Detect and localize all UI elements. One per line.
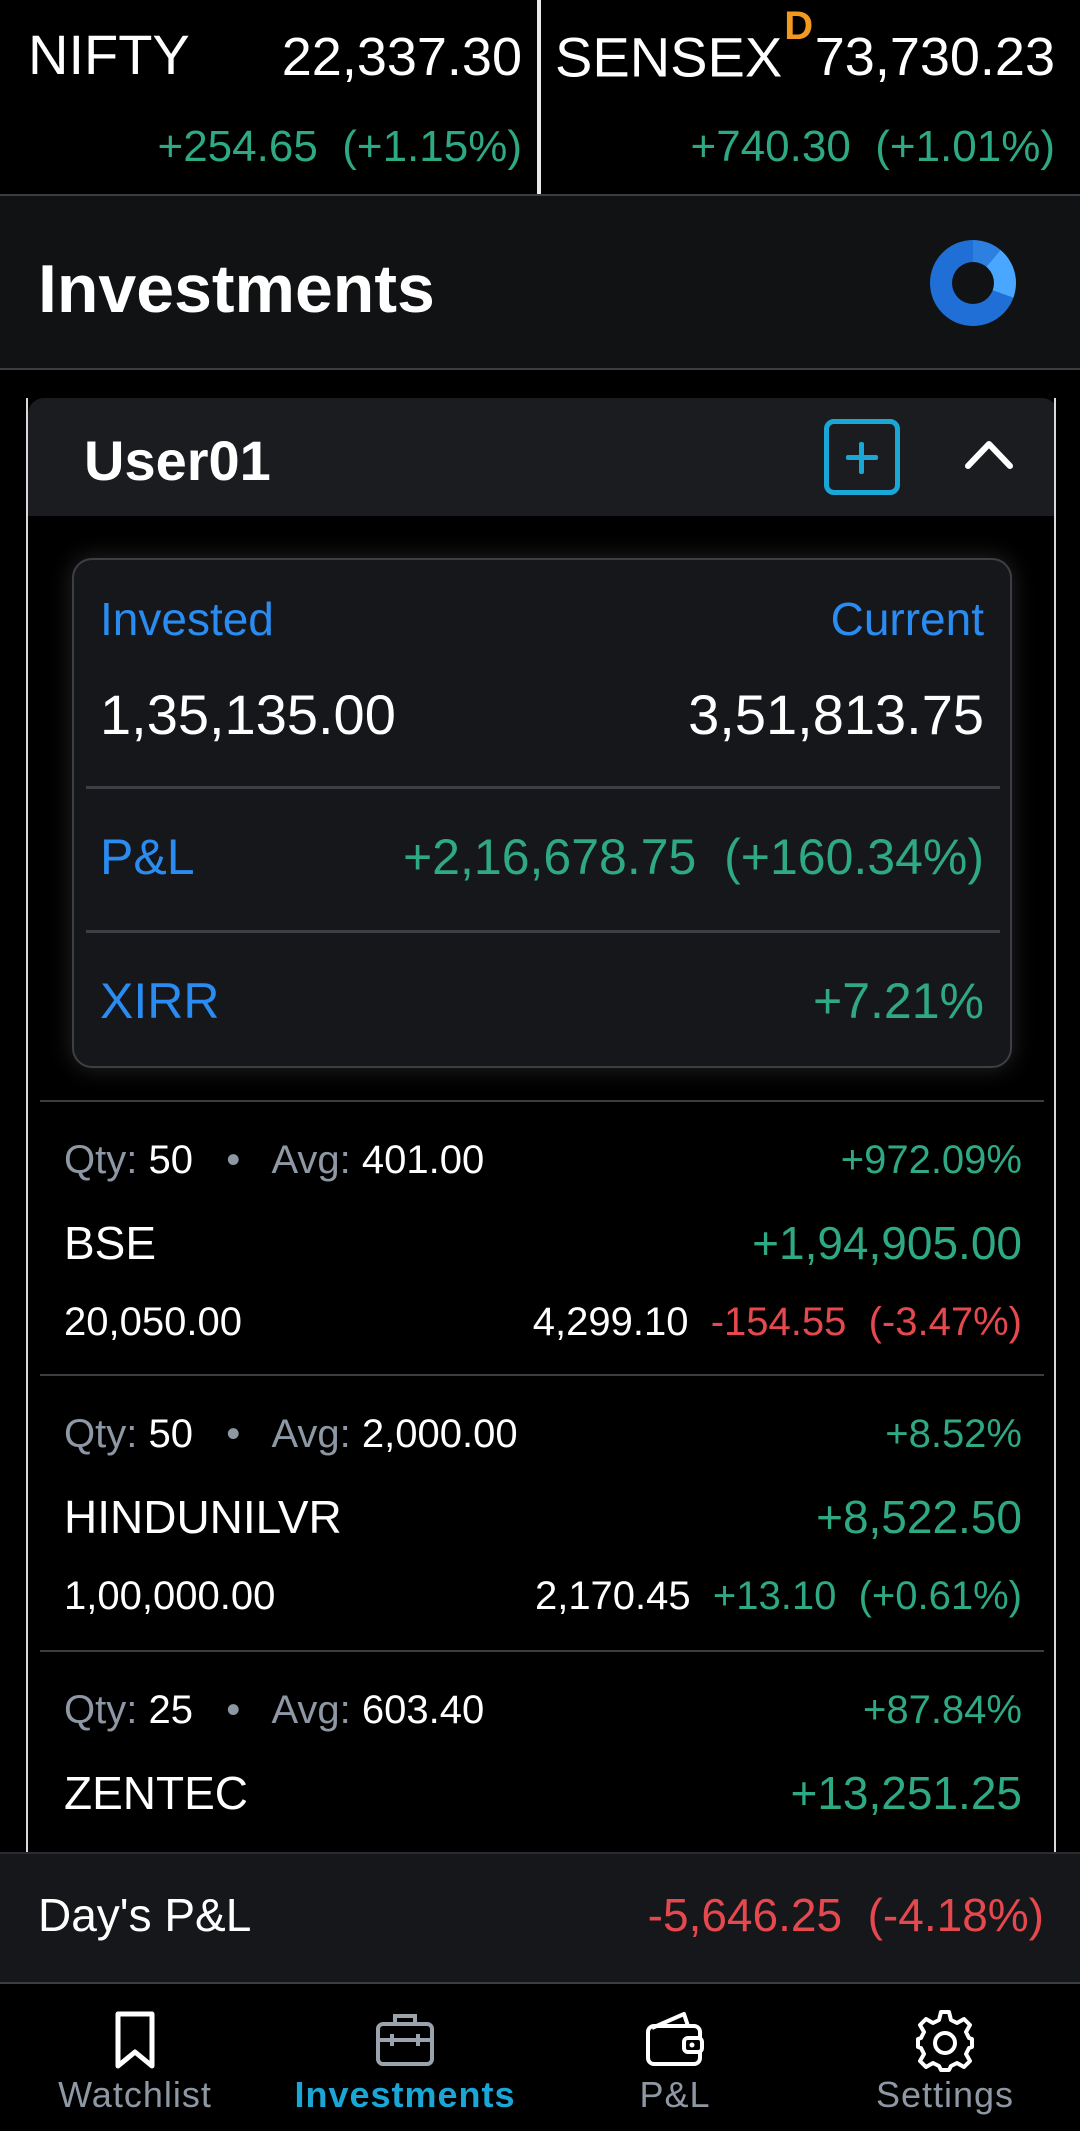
holding-pnl: +1,94,905.00	[752, 1217, 1022, 1269]
briefcase-icon	[370, 2004, 440, 2074]
gear-icon	[910, 2004, 980, 2074]
nav-label: Settings	[875, 2074, 1015, 2115]
sensex-badge: D	[784, 4, 814, 48]
holding-symbol: BSE	[64, 1217, 157, 1269]
pnl-value: +2,16,678.75 (+160.34%)	[402, 829, 984, 885]
nav-pnl[interactable]: P&L	[540, 1984, 810, 2131]
current-value: 3,51,813.75	[688, 683, 984, 746]
invested-label: Invested	[100, 593, 274, 645]
holding-return-pct: +8.52%	[885, 1412, 1022, 1456]
holding-qty-avg: Qty: 25 • Avg: 603.40	[64, 1688, 485, 1732]
user-card-header: User01	[28, 398, 1054, 516]
holding-pnl: +8,522.50	[816, 1491, 1022, 1543]
holding-qty-avg: Qty: 50 • Avg: 401.00	[64, 1138, 485, 1182]
holding-row[interactable]: Qty: 50 • Avg: 2,000.00 +8.52% HINDUNILV…	[40, 1376, 1044, 1650]
sensex-ticker[interactable]: SENSEXD 73,730.23 +740.30 (+1.01%)	[537, 0, 1080, 194]
allocation-donut-icon[interactable]	[930, 240, 1016, 326]
holding-pnl: +13,251.25	[790, 1767, 1022, 1819]
sensex-price: 73,730.23	[814, 27, 1055, 87]
nifty-price: 22,337.30	[281, 27, 522, 87]
holding-return-pct: +87.84%	[862, 1688, 1022, 1732]
holding-symbol: HINDUNILVR	[64, 1491, 342, 1543]
pnl-label: P&L	[100, 829, 195, 885]
days-pnl-label: Day's P&L	[38, 1889, 252, 1941]
holding-row[interactable]: Qty: 25 • Avg: 603.40 +87.84% ZENTEC +13…	[40, 1652, 1044, 1858]
page-title: Investments	[38, 251, 435, 327]
page-header: Investments	[0, 196, 1080, 370]
nav-investments[interactable]: Investments	[270, 1984, 540, 2131]
bookmark-icon	[100, 2004, 170, 2074]
nav-settings[interactable]: Settings	[810, 1984, 1080, 2131]
current-label: Current	[830, 593, 984, 645]
nifty-change: +254.65 (+1.15%)	[157, 122, 522, 171]
collapse-button[interactable]	[956, 422, 1022, 488]
nifty-ticker[interactable]: NIFTY 22,337.30 +254.65 (+1.15%)	[0, 0, 537, 194]
wallet-icon	[640, 2004, 710, 2074]
add-holding-button[interactable]	[824, 419, 900, 495]
divider	[86, 930, 1000, 933]
holding-invested: 1,00,000.00	[64, 1574, 276, 1618]
holding-row[interactable]: Qty: 50 • Avg: 401.00 +972.09% BSE +1,94…	[40, 1102, 1044, 1376]
portfolio-summary: Invested Current 1,35,135.00 3,51,813.75…	[72, 558, 1012, 1068]
holding-invested: 20,050.00	[64, 1300, 242, 1344]
bottom-navigation: Watchlist Investments P&L Settings	[0, 1982, 1080, 2131]
nav-label: Investments	[294, 2074, 516, 2115]
holding-symbol: ZENTEC	[64, 1767, 248, 1819]
nifty-name: NIFTY	[28, 23, 190, 86]
nav-label: Watchlist	[58, 2074, 212, 2115]
invested-value: 1,35,135.00	[100, 683, 396, 746]
chevron-up-icon	[965, 441, 1013, 469]
nav-label: P&L	[639, 2074, 711, 2115]
xirr-label: XIRR	[100, 973, 220, 1029]
holding-qty-avg: Qty: 50 • Avg: 2,000.00	[64, 1412, 518, 1456]
days-pnl-value: -5,646.25 (-4.18%)	[647, 1889, 1044, 1941]
sensex-change: +740.30 (+1.01%)	[690, 122, 1055, 171]
holding-ltp-change: 2,170.45 +13.10 (+0.61%)	[534, 1574, 1022, 1618]
index-ticker: NIFTY 22,337.30 +254.65 (+1.15%) SENSEXD…	[0, 0, 1080, 196]
holding-ltp-change: 4,299.10 -154.55 (-3.47%)	[532, 1300, 1022, 1344]
holding-return-pct: +972.09%	[840, 1138, 1022, 1182]
user-name: User01	[84, 429, 271, 492]
days-pnl-bar: Day's P&L -5,646.25 (-4.18%)	[0, 1852, 1080, 1982]
divider	[86, 786, 1000, 789]
sensex-name: SENSEXD	[555, 4, 814, 89]
nav-watchlist[interactable]: Watchlist	[0, 1984, 270, 2131]
xirr-value: +7.21%	[813, 973, 984, 1029]
user-portfolio-card: User01 Invested Current 1,35,135.00 3,51…	[26, 398, 1056, 1858]
